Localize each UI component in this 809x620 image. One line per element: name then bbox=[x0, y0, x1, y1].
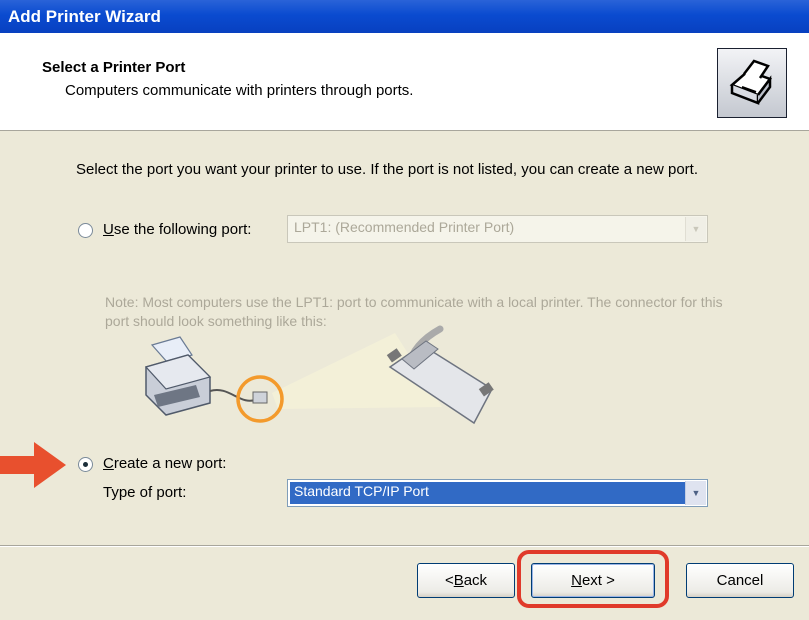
use-following-port-label[interactable]: Use the following port: bbox=[103, 221, 251, 238]
existing-port-dropdown[interactable]: LPT1: (Recommended Printer Port) ▼ bbox=[287, 215, 708, 243]
annotation-arrow-icon bbox=[0, 440, 68, 490]
chevron-down-icon[interactable]: ▼ bbox=[685, 481, 706, 505]
page-title: Select a Printer Port bbox=[42, 59, 186, 76]
add-printer-wizard-window: Add Printer Wizard Select a Printer Port… bbox=[0, 0, 809, 620]
printer-icon bbox=[717, 48, 787, 118]
cancel-button[interactable]: Cancel bbox=[686, 563, 794, 598]
instructions-text: Select the port you want your printer to… bbox=[76, 161, 699, 178]
port-type-dropdown[interactable]: Standard TCP/IP Port ▼ bbox=[287, 479, 708, 507]
next-button-highlight bbox=[517, 550, 669, 608]
chevron-down-icon[interactable]: ▼ bbox=[685, 217, 706, 241]
footer-divider bbox=[0, 545, 809, 547]
use-following-port-radio[interactable] bbox=[78, 223, 93, 238]
parallel-port-illustration-icon bbox=[144, 325, 494, 425]
port-type-value: Standard TCP/IP Port bbox=[294, 483, 429, 499]
title-bar[interactable]: Add Printer Wizard bbox=[0, 0, 809, 33]
port-type-selection: Standard TCP/IP Port bbox=[290, 482, 685, 504]
window-title: Add Printer Wizard bbox=[8, 7, 161, 26]
create-new-port-radio[interactable] bbox=[78, 457, 93, 472]
existing-port-value: LPT1: (Recommended Printer Port) bbox=[294, 219, 515, 235]
wizard-header: Select a Printer Port Computers communic… bbox=[0, 33, 809, 131]
create-new-port-label[interactable]: Create a new port: bbox=[103, 455, 226, 472]
page-subtitle: Computers communicate with printers thro… bbox=[65, 82, 414, 99]
type-of-port-label: Type of port: bbox=[103, 484, 187, 501]
back-button[interactable]: < Back bbox=[417, 563, 515, 598]
